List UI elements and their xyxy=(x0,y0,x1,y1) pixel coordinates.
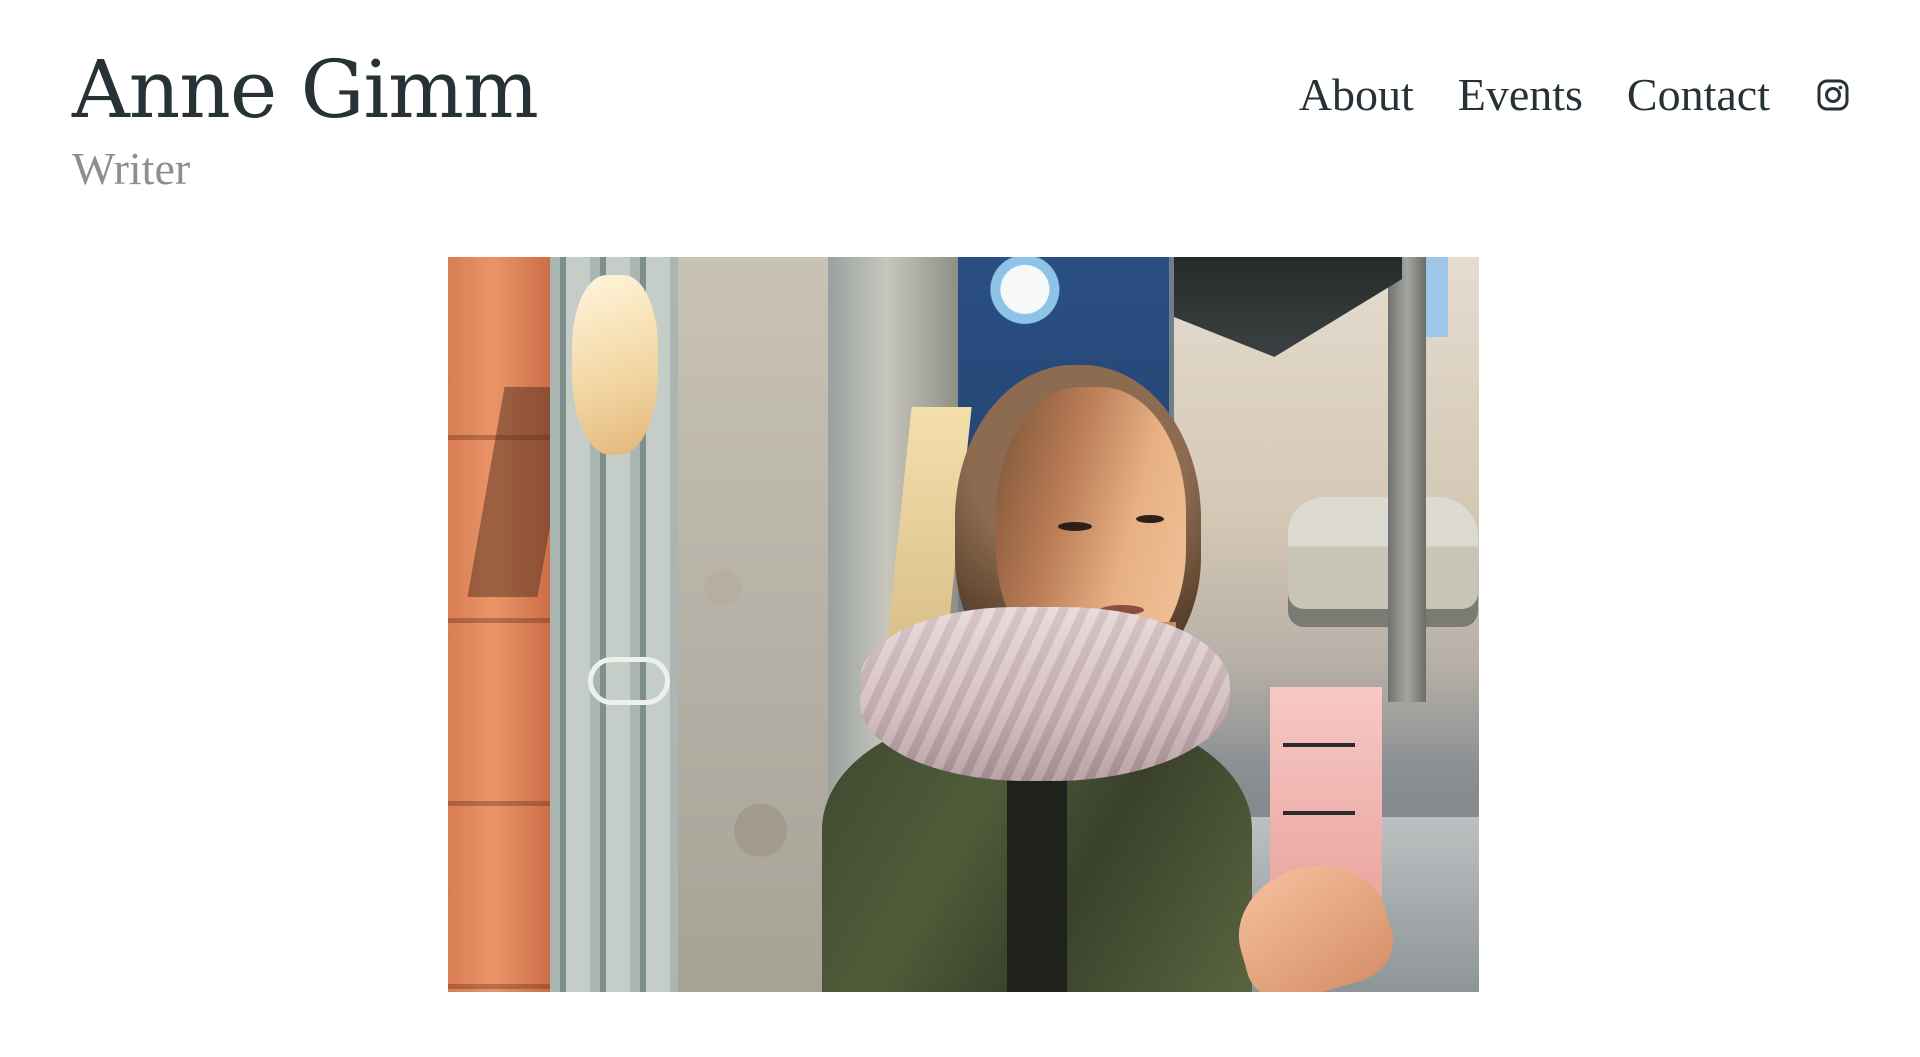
instagram-icon xyxy=(1817,79,1849,111)
photo-concrete-pillar xyxy=(678,257,828,992)
photo-box-print xyxy=(1283,743,1355,815)
nav-link-events[interactable]: Events xyxy=(1458,72,1583,118)
brand: Anne Gimm Writer xyxy=(72,50,539,194)
photo-person-right-eye xyxy=(1136,515,1164,523)
site-tagline: Writer xyxy=(72,143,191,194)
photo-person-left-eye xyxy=(1058,522,1092,531)
photo-parked-car xyxy=(1288,497,1478,627)
photo-person-scarf xyxy=(860,607,1230,781)
photo-door-sticker xyxy=(988,257,1070,329)
hero-photo xyxy=(448,257,1479,992)
main-navigation: About Events Contact xyxy=(1299,72,1850,118)
instagram-link[interactable] xyxy=(1816,78,1850,112)
nav-link-contact[interactable]: Contact xyxy=(1627,72,1770,118)
photo-hanging-bag xyxy=(572,275,658,455)
photo-gate-rings xyxy=(588,657,670,705)
photo-brick-wall xyxy=(448,257,550,992)
nav-link-about[interactable]: About xyxy=(1299,72,1414,118)
site-title-link[interactable]: Anne Gimm xyxy=(72,50,539,130)
photo-street-pole xyxy=(1388,257,1426,702)
site-header: Anne Gimm Writer About Events Contact xyxy=(0,0,1920,230)
